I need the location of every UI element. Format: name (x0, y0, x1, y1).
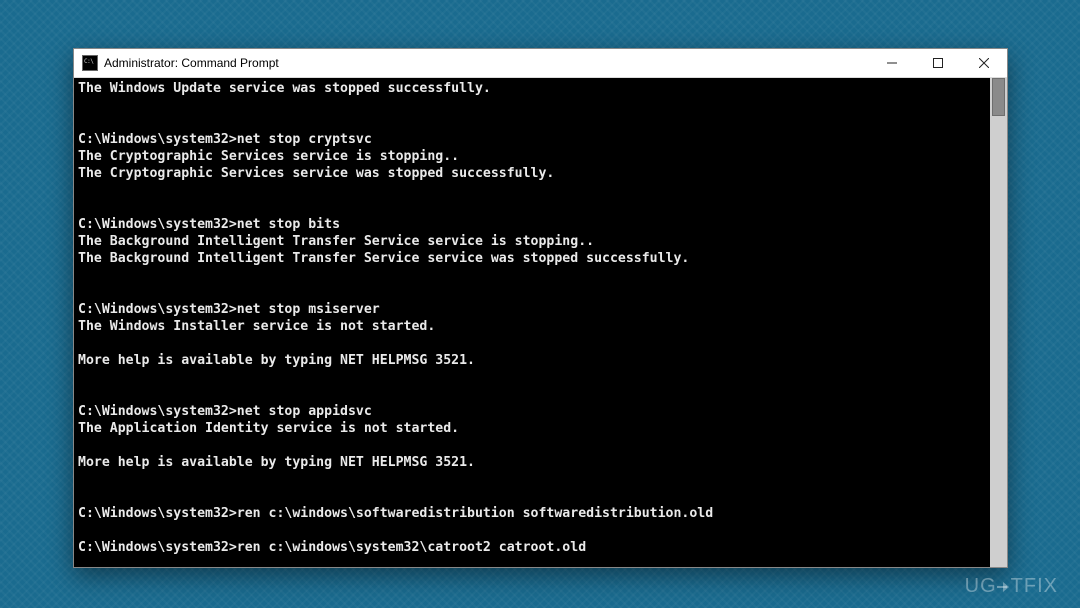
scroll-track[interactable] (990, 78, 1007, 567)
command-prompt-window: Administrator: Command Prompt The Window… (73, 48, 1008, 568)
console-area: The Windows Update service was stopped s… (74, 78, 1007, 567)
cmd-icon (82, 55, 98, 71)
maximize-icon (933, 58, 943, 68)
watermark-suffix: TFIX (1011, 575, 1058, 598)
window-title: Administrator: Command Prompt (104, 56, 279, 70)
arrow-right-icon (997, 580, 1011, 594)
maximize-button[interactable] (915, 49, 961, 77)
titlebar[interactable]: Administrator: Command Prompt (74, 49, 1007, 78)
console-output[interactable]: The Windows Update service was stopped s… (74, 78, 990, 567)
scrollbar[interactable] (990, 78, 1007, 567)
minimize-button[interactable] (869, 49, 915, 77)
watermark: UG TFIX (965, 575, 1058, 598)
scroll-thumb[interactable] (992, 78, 1005, 116)
minimize-icon (887, 58, 897, 68)
watermark-prefix: UG (965, 575, 997, 598)
close-button[interactable] (961, 49, 1007, 77)
close-icon (979, 58, 989, 68)
window-controls (869, 49, 1007, 77)
